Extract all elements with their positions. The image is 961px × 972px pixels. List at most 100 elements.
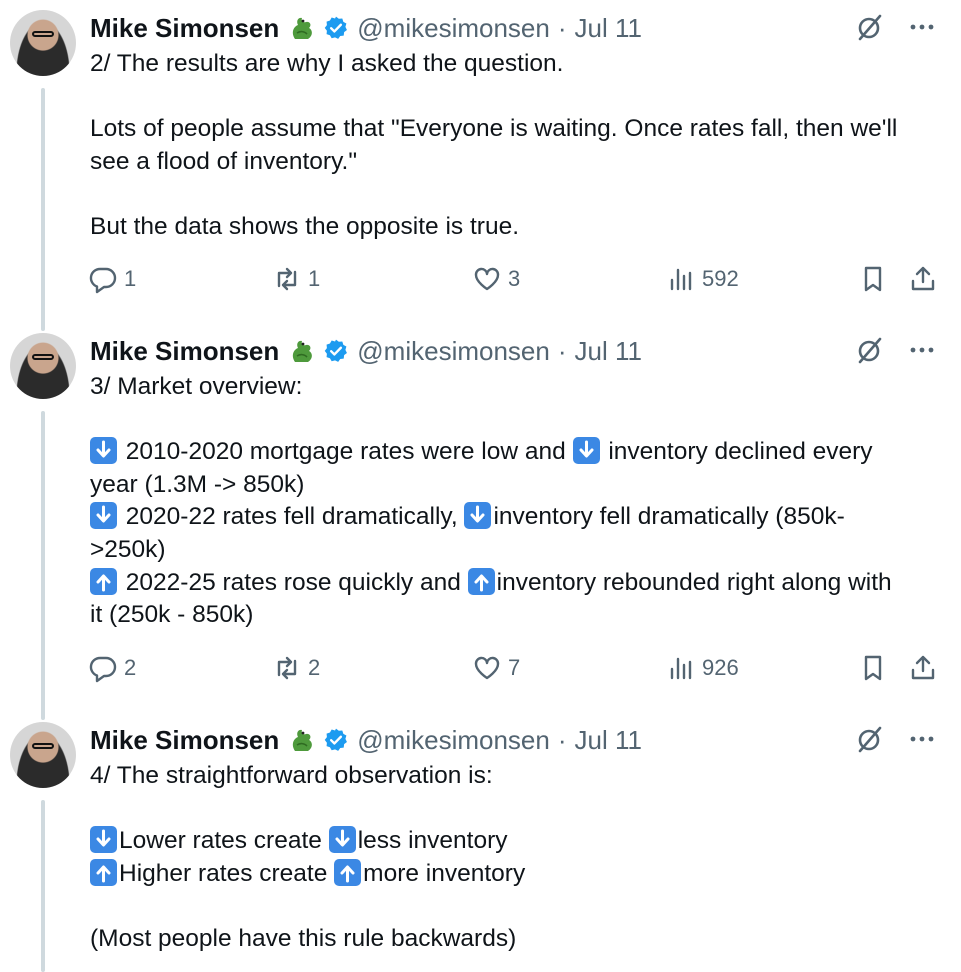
dragon-emoji (293, 340, 313, 362)
share-button[interactable] (908, 653, 938, 683)
tweet-text-segment: inventory declined every (601, 438, 873, 466)
down-arrow-emoji (90, 437, 117, 465)
tweet[interactable]: Mike Simonsen @mikesimonsen · Jul 11 4/ Th… (0, 712, 961, 972)
tweet-text-line (90, 793, 940, 826)
tweet-text-line: >250k) (90, 534, 940, 567)
tweet-text-segment: 2022-25 rates rose quickly and (119, 568, 468, 596)
tweet-text-line: 4/ The straightforward observation is: (90, 760, 940, 793)
like-icon (474, 267, 500, 291)
repost-button[interactable]: 1 (272, 264, 320, 294)
reply-button[interactable]: 2 (88, 653, 136, 683)
share-button[interactable] (908, 264, 938, 294)
tweet-text-segment: 4/ The straightforward observation is: (90, 762, 493, 789)
share-icon (911, 266, 935, 291)
tweet-actions: 2 2 7 926 (88, 653, 941, 687)
more-icon[interactable] (907, 12, 937, 42)
avatar[interactable] (10, 333, 76, 399)
views-button[interactable]: 592 (666, 264, 739, 294)
dragon-emoji (293, 17, 313, 39)
separator: · (557, 724, 567, 755)
more-icon[interactable] (907, 335, 937, 365)
separator: · (557, 335, 567, 366)
tweet-text-line: 2022-25 rates rose quickly and inventory… (90, 567, 940, 600)
tweet-date[interactable]: Jul 11 (575, 13, 642, 43)
reply-icon (89, 656, 117, 683)
repost-icon (277, 656, 297, 680)
verified-badge-icon (325, 339, 348, 362)
tweet-text-line (90, 890, 940, 923)
like-count: 7 (508, 655, 521, 680)
tweet-text-line: see a flood of inventory." (90, 146, 940, 179)
author-name[interactable]: Mike Simonsen (90, 336, 279, 367)
repost-icon (277, 267, 297, 291)
tweet-text-line: 3/ Market overview: (90, 371, 940, 404)
author-name[interactable]: Mike Simonsen (90, 13, 279, 44)
down-arrow-emoji (572, 437, 600, 465)
grok-icon[interactable] (855, 12, 885, 42)
grok-icon[interactable] (855, 724, 885, 754)
tweet[interactable]: Mike Simonsen @mikesimonsen · Jul 11 2/ Th… (0, 0, 961, 320)
like-icon (474, 656, 500, 680)
tweet-text-line: 2010-2020 mortgage rates were low and in… (90, 436, 940, 469)
tweet-text-segment: it (250k - 850k) (90, 601, 254, 629)
repost-count: 1 (308, 266, 321, 291)
avatar[interactable] (10, 722, 76, 788)
share-icon (911, 655, 935, 680)
tweet[interactable]: Mike Simonsen @mikesimonsen · Jul 11 3/ Ma… (0, 323, 961, 713)
author-handle[interactable]: @mikesimonsen (357, 336, 550, 366)
tweet-text-segment: see a flood of inventory." (90, 147, 358, 175)
tweet-header: Mike Simonsen @mikesimonsen · Jul 11 (90, 335, 642, 367)
tweet-text-segment: But the data shows the opposite is true. (90, 212, 520, 240)
tweet-text-line (90, 404, 940, 437)
tweet-text-line (90, 178, 940, 211)
tweet-text: 2/ The results are why I asked the quest… (90, 48, 940, 244)
tweet-text-line: 2/ The results are why I asked the quest… (90, 48, 940, 81)
tweet-meta: @mikesimonsen · Jul 11 (357, 336, 642, 367)
author-handle[interactable]: @mikesimonsen (357, 13, 550, 43)
tweet-meta: @mikesimonsen · Jul 11 (357, 13, 642, 44)
views-icon (670, 657, 692, 680)
tweet-text: 4/ The straightforward observation is: Lo… (90, 760, 940, 956)
view-count: 592 (702, 266, 739, 291)
tweet-text-segment: less inventory (357, 827, 508, 855)
view-count: 926 (702, 655, 739, 680)
down-arrow-emoji (328, 826, 356, 854)
tweet-text-line: year (1.3M -> 850k) (90, 469, 940, 502)
reply-icon (89, 267, 117, 294)
up-arrow-emoji (90, 858, 117, 886)
tweet-text-segment: Higher rates create (119, 859, 335, 887)
tweet-top-actions (855, 335, 937, 365)
grok-icon[interactable] (855, 335, 885, 365)
bookmark-button[interactable] (858, 264, 888, 294)
reply-count: 1 (124, 266, 137, 291)
up-arrow-emoji (334, 858, 362, 886)
reply-count: 2 (124, 655, 137, 680)
author-handle[interactable]: @mikesimonsen (357, 725, 550, 755)
author-name[interactable]: Mike Simonsen (90, 725, 279, 756)
tweet-text-line (90, 81, 940, 114)
reply-button[interactable]: 1 (88, 264, 136, 294)
tweet-top-actions (855, 12, 937, 42)
avatar[interactable] (10, 10, 76, 76)
tweet-text-line: Higher rates create more inventory (90, 858, 940, 891)
more-icon[interactable] (907, 724, 937, 754)
tweet-text-segment: 2010-2020 mortgage rates were low and (119, 438, 573, 466)
bookmark-icon (864, 266, 882, 292)
tweet-text-segment: 2/ The results are why I asked the quest… (90, 50, 564, 77)
dragon-emoji (293, 729, 313, 751)
tweet-text-line: (Most people have this rule backwards) (90, 923, 940, 956)
like-button[interactable]: 7 (472, 653, 520, 683)
tweet-text-segment: Lower rates create (119, 827, 329, 855)
tweet-header: Mike Simonsen @mikesimonsen · Jul 11 (90, 12, 642, 44)
bookmark-button[interactable] (858, 653, 888, 683)
tweet-text-segment: 2020-22 rates fell dramatically, (119, 503, 465, 531)
tweet-date[interactable]: Jul 11 (575, 336, 642, 366)
repost-button[interactable]: 2 (272, 653, 320, 683)
verified-badge-icon (325, 16, 348, 39)
tweet-text-segment: (Most people have this rule backwards) (90, 924, 517, 952)
views-icon (670, 268, 692, 291)
like-button[interactable]: 3 (472, 264, 520, 294)
tweet-text-segment: inventory rebounded right along with (496, 568, 892, 596)
views-button[interactable]: 926 (666, 653, 739, 683)
tweet-date[interactable]: Jul 11 (575, 725, 642, 755)
